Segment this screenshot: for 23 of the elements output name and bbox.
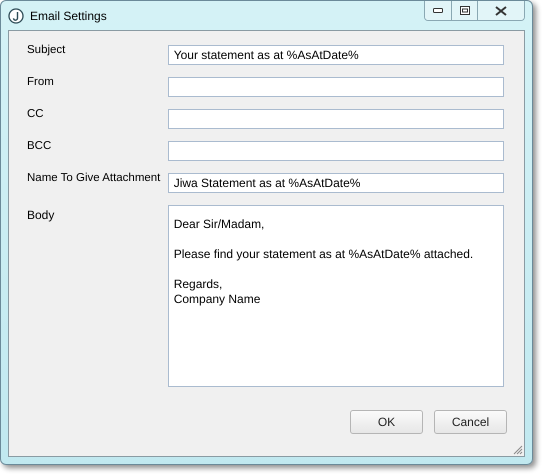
resize-grip-icon [512,444,523,455]
app-logo-icon [8,8,24,24]
close-button[interactable] [478,1,524,20]
text-field[interactable]: Jiwa Statement as at %AsAtDate% [168,173,504,193]
field-label: Subject [27,45,66,57]
field-label: BCC [27,141,52,153]
minimize-button[interactable] [425,1,452,20]
minimize-icon [433,8,443,13]
close-icon [495,6,507,16]
field-label: From [27,77,55,89]
text-field[interactable] [168,77,504,97]
field-label: Name To Give Attachment [27,173,162,185]
window-title: Email Settings [30,8,107,24]
dialog-button[interactable]: OK [350,410,423,434]
text-field[interactable]: Your statement as at %AsAtDate% [168,45,504,65]
text-field[interactable] [168,109,504,129]
maximize-button[interactable] [452,1,478,20]
text-field[interactable] [168,141,504,161]
dialog-button[interactable]: Cancel [434,410,507,434]
maximize-icon [460,6,470,15]
field-label: Body [27,207,56,224]
body-field[interactable]: Dear Sir/Madam, Please find your statement as at %AsAtDate% attached. Regards, Company Name [168,205,504,387]
field-label: CC [27,109,45,121]
